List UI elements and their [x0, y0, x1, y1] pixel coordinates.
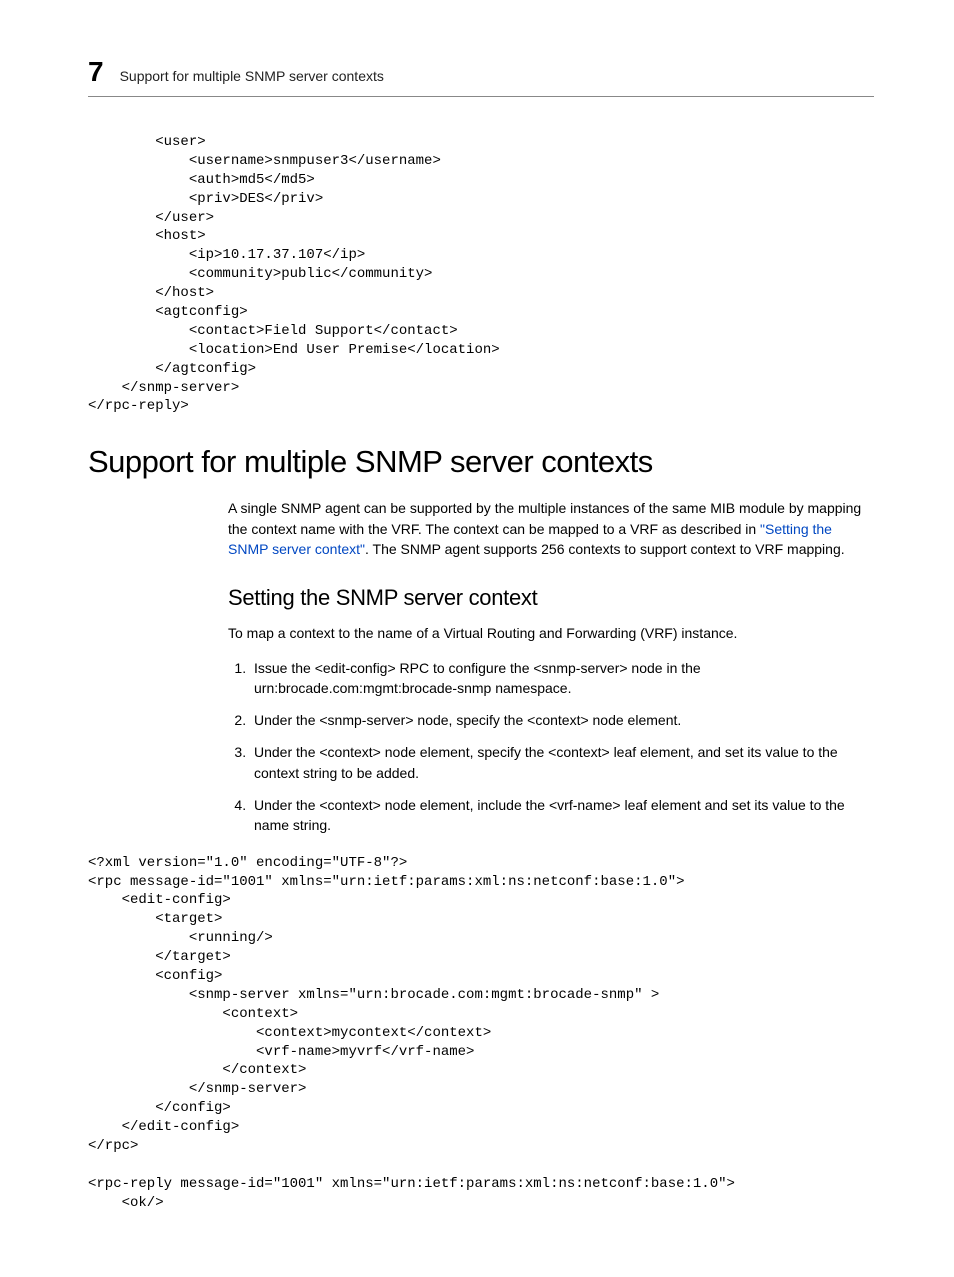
intro-paragraph: A single SNMP agent can be supported by …: [228, 498, 874, 559]
header-title: Support for multiple SNMP server context…: [120, 68, 384, 84]
sub-intro-text: To map a context to the name of a Virtua…: [228, 623, 874, 643]
running-header: 7 Support for multiple SNMP server conte…: [88, 56, 874, 88]
step-item: Issue the <edit-config> RPC to configure…: [250, 658, 874, 699]
code-block-bottom: <?xml version="1.0" encoding="UTF-8"?> <…: [88, 854, 874, 1213]
code-block-top: <user> <username>snmpuser3</username> <a…: [88, 133, 874, 416]
page: 7 Support for multiple SNMP server conte…: [0, 0, 954, 1277]
heading-2: Setting the SNMP server context: [228, 585, 874, 611]
chapter-number: 7: [88, 56, 104, 88]
heading-1: Support for multiple SNMP server context…: [88, 444, 874, 480]
step-item: Under the <snmp-server> node, specify th…: [250, 710, 874, 730]
step-item: Under the <context> node element, includ…: [250, 795, 874, 836]
sub-intro: To map a context to the name of a Virtua…: [228, 623, 874, 643]
steps-list: Issue the <edit-config> RPC to configure…: [228, 658, 874, 836]
header-rule: [88, 96, 874, 97]
step-item: Under the <context> node element, specif…: [250, 742, 874, 783]
intro-text-b: . The SNMP agent supports 256 contexts t…: [365, 541, 845, 557]
